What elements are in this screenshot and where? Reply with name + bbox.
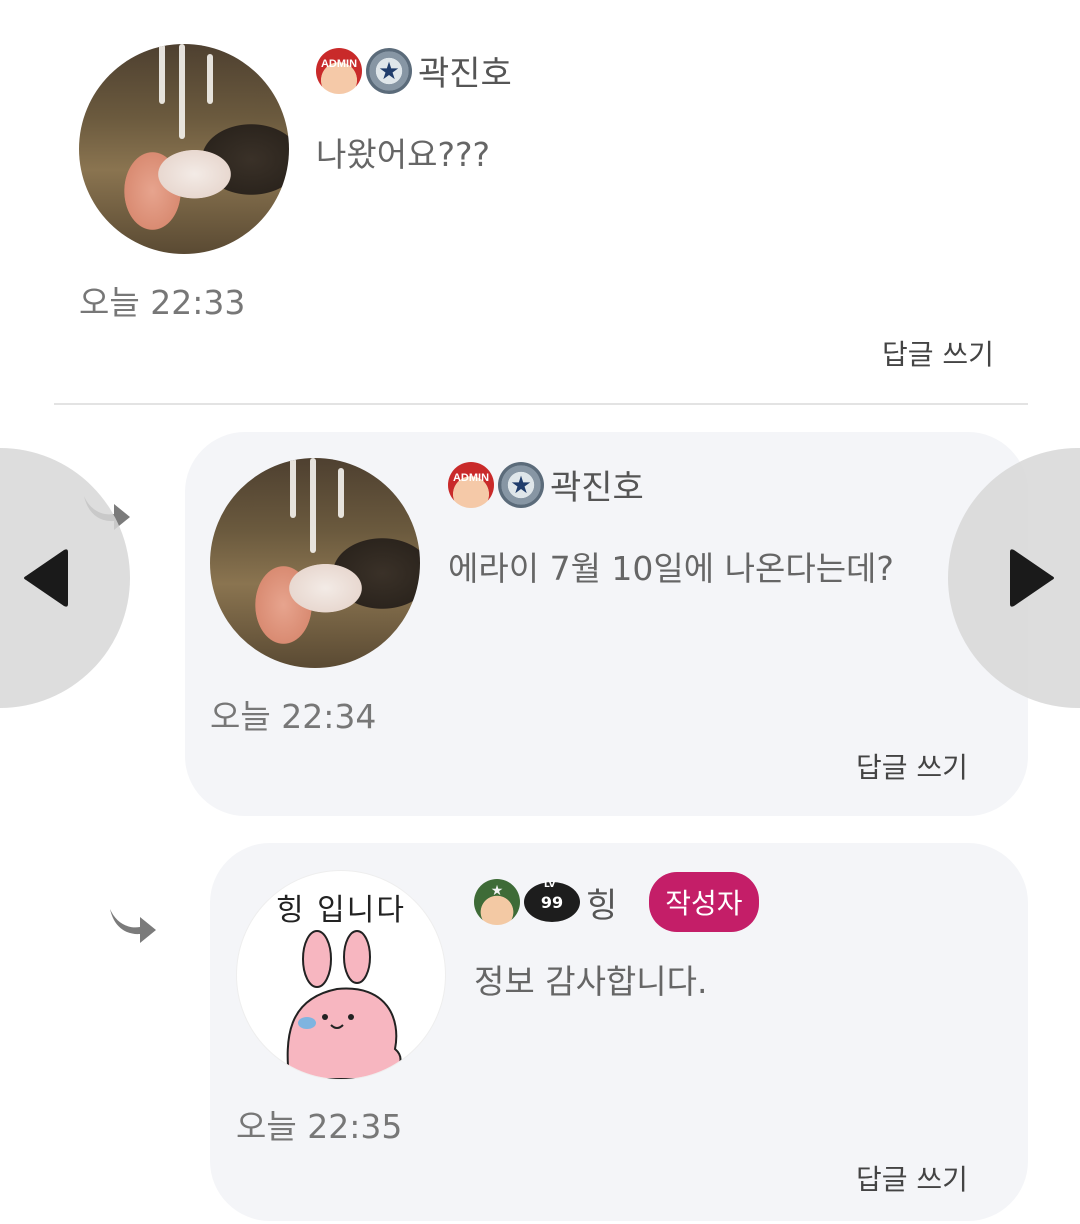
soldier-badge-icon: ★ [474,879,520,925]
comment-time: 오늘 22:35 [236,1107,403,1146]
star-rank-icon: ★ [366,47,412,94]
comment-text: 정보 감사합니다. [474,962,708,1001]
right-triangle-icon [1010,549,1054,607]
admin-badge-icon: ADMIN [316,47,362,94]
nickname[interactable]: 곽진호 [418,46,512,95]
divider [54,403,1028,405]
prev-button[interactable] [0,448,130,708]
reply-button[interactable]: 답글 쓰기 [882,333,994,373]
nickname[interactable]: 힝 [586,878,617,927]
comment-text: 나왔어요??? [316,135,490,174]
comment-thread: ADMIN ★ 곽진호 나왔어요??? 오늘 22:33 답글 쓰기 ADMIN… [0,0,1080,1224]
comment-time: 오늘 22:33 [79,283,246,322]
nickname[interactable]: 곽진호 [550,460,644,509]
level-badge-icon: LV 99 [524,880,580,922]
user-badges: ADMIN ★ 곽진호 [448,460,644,509]
bunny-sticker-icon [286,930,402,1079]
user-avatar[interactable] [79,44,289,254]
comment-time: 오늘 22:34 [210,697,377,736]
author-badge: 작성자 [649,872,759,932]
admin-badge-icon: ADMIN [448,461,494,508]
user-badges: ADMIN ★ 곽진호 [316,46,512,95]
reply-button[interactable]: 답글 쓰기 [856,746,968,786]
user-badges: ★ LV 99 힝 작성자 [474,872,759,932]
reply-button[interactable]: 답글 쓰기 [856,1158,968,1198]
star-rank-icon: ★ [498,461,544,508]
left-triangle-icon [24,549,68,607]
comment-text: 에라이 7월 10일에 나온다는데? [448,549,894,588]
user-avatar[interactable]: 힝 입니다 [236,870,446,1080]
reply-arrow-icon [110,909,156,943]
avatar-sticker-text: 힝 입니다 [276,893,406,928]
user-avatar[interactable] [210,458,420,668]
